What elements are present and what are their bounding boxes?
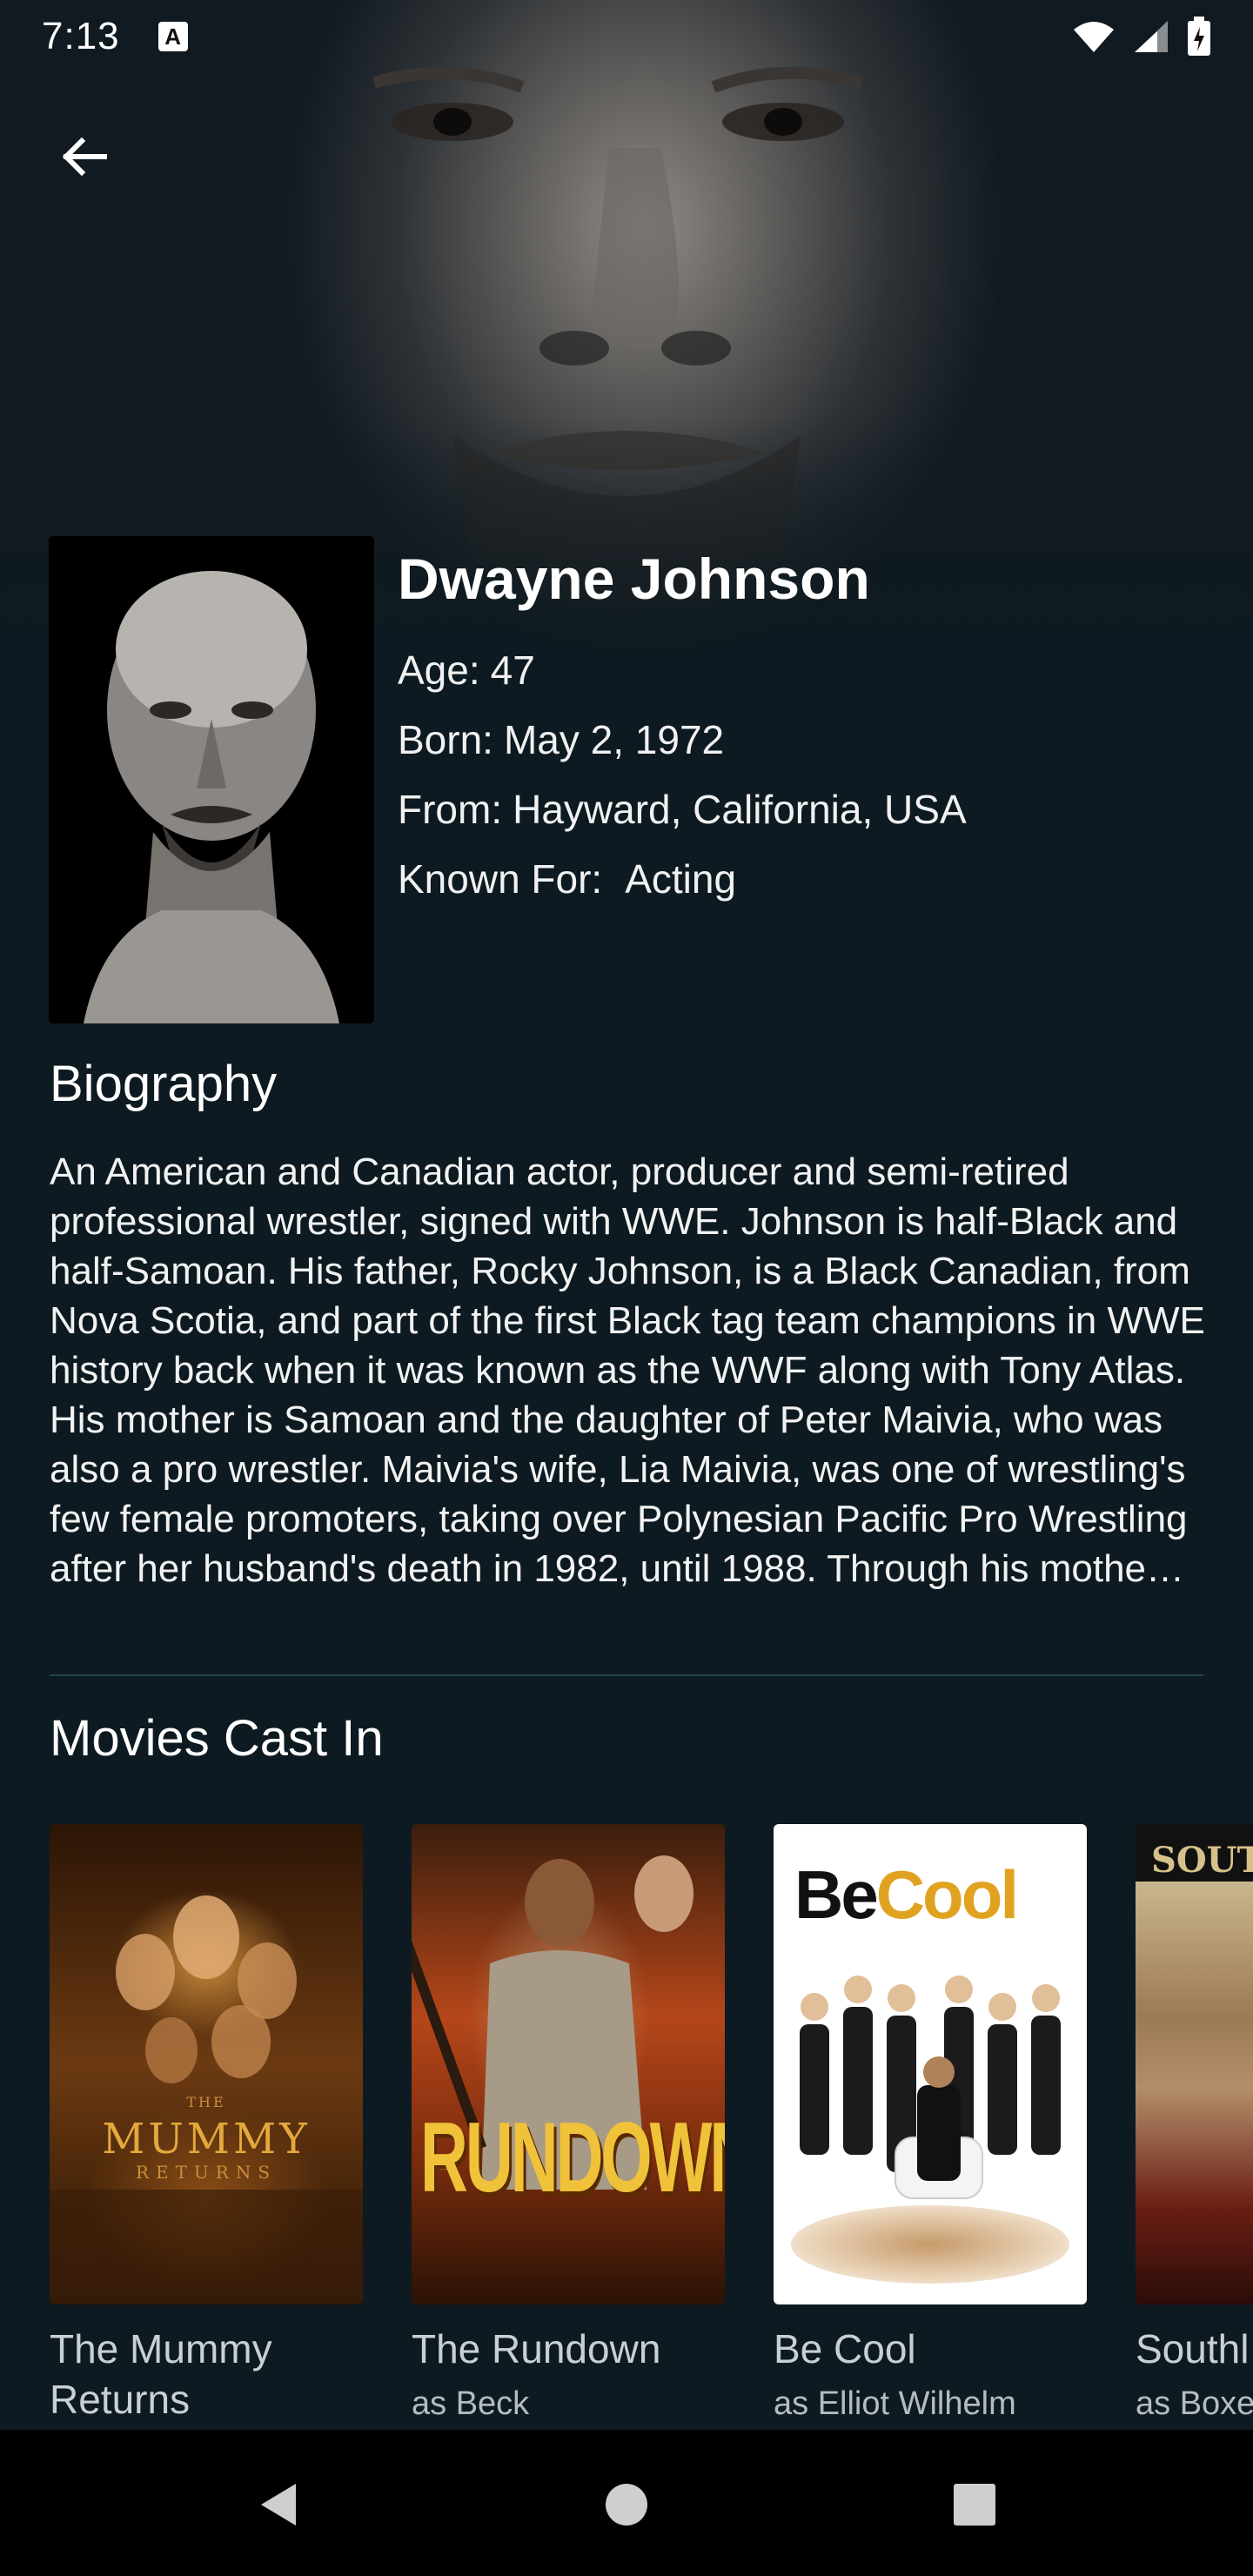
born-label: Born: xyxy=(398,717,493,762)
movie-title: Southl xyxy=(1136,2326,1250,2371)
poster-art xyxy=(50,1895,363,2304)
age-value: 47 xyxy=(490,647,535,693)
back-button[interactable] xyxy=(49,122,118,191)
movie-title: Be Cool xyxy=(774,2326,916,2371)
status-bar: 7:13 A xyxy=(0,0,1253,73)
born-value: May 2, 1972 xyxy=(503,717,725,762)
nav-home-icon[interactable] xyxy=(600,2479,653,2531)
poster-title: MUMMY xyxy=(102,2115,311,2163)
from-value: Hayward, California, USA xyxy=(513,787,967,832)
poster-subtitle: RETURNS xyxy=(135,2162,278,2183)
movie-title: The Rundown xyxy=(412,2326,661,2371)
from-label: From: xyxy=(398,787,503,832)
movie-title: The Mummy Returns xyxy=(50,2326,272,2422)
age-label: Age: xyxy=(398,647,480,693)
nav-back-icon[interactable] xyxy=(252,2479,305,2531)
known-for-row: Known For: Acting xyxy=(398,844,1216,914)
known-for-value: Acting xyxy=(625,856,737,902)
poster-art xyxy=(800,1976,1061,2199)
movie-card-southland[interactable]: SOUTH Southl as Boxe xyxy=(1136,1824,1253,2425)
status-time: 7:13 xyxy=(42,15,120,57)
movies-title: Movies Cast In xyxy=(50,1710,384,1767)
movie-poster[interactable]: THE MUMMY RETURNS xyxy=(50,1824,363,2304)
signal-icon xyxy=(1135,21,1168,52)
born-row: Born: May 2, 1972 xyxy=(398,705,1216,775)
poster-title: SOUTH xyxy=(1151,1840,1253,1881)
movies-carousel[interactable]: THE MUMMY RETURNS The Mummy Returns THE … xyxy=(50,1824,1253,2425)
movie-poster[interactable]: SOUTH xyxy=(1136,1824,1253,2304)
biography-title: Biography xyxy=(50,1056,278,1112)
profile-photo-image xyxy=(49,536,374,1023)
movie-card-rundown[interactable]: THE RUNDOWN The Rundown as Beck xyxy=(412,1824,725,2425)
wifi-icon xyxy=(1074,22,1114,52)
movie-card-mummy-returns[interactable]: THE MUMMY RETURNS The Mummy Returns xyxy=(50,1824,363,2425)
poster-pre-title: THE xyxy=(186,2094,226,2110)
movie-role: as Elliot Wilhelm xyxy=(774,2385,1016,2422)
person-name: Dwayne Johnson xyxy=(398,547,870,611)
movie-role: as Beck xyxy=(412,2385,530,2422)
poster-art xyxy=(412,1855,694,2190)
known-for-label: Known For: xyxy=(398,856,603,902)
movie-poster[interactable]: BeCool xyxy=(774,1824,1087,2304)
section-divider xyxy=(50,1674,1203,1676)
nav-recents-icon[interactable] xyxy=(948,2479,1001,2531)
from-row: From: Hayward, California, USA xyxy=(398,775,1216,844)
battery-icon xyxy=(1188,17,1210,56)
biography-text[interactable]: An American and Canadian actor, producer… xyxy=(50,1147,1212,1643)
age-row: Age: 47 xyxy=(398,635,1216,705)
poster-title: RUNDOWN xyxy=(420,2102,725,2214)
arrow-back-icon xyxy=(62,137,107,177)
movie-card-be-cool[interactable]: BeCool Be Cool as Elliot Wilhelm xyxy=(774,1824,1087,2425)
movie-poster[interactable]: THE RUNDOWN xyxy=(412,1824,725,2304)
person-info: Dwayne Johnson Age: 47 Born: May 2, 1972 F… xyxy=(398,540,1216,914)
notification-a-icon: A xyxy=(157,22,188,51)
profile-photo xyxy=(49,536,374,1023)
status-icons xyxy=(1072,17,1211,57)
system-nav-bar xyxy=(0,2430,1253,2576)
movie-role: as Boxe xyxy=(1136,2385,1253,2422)
